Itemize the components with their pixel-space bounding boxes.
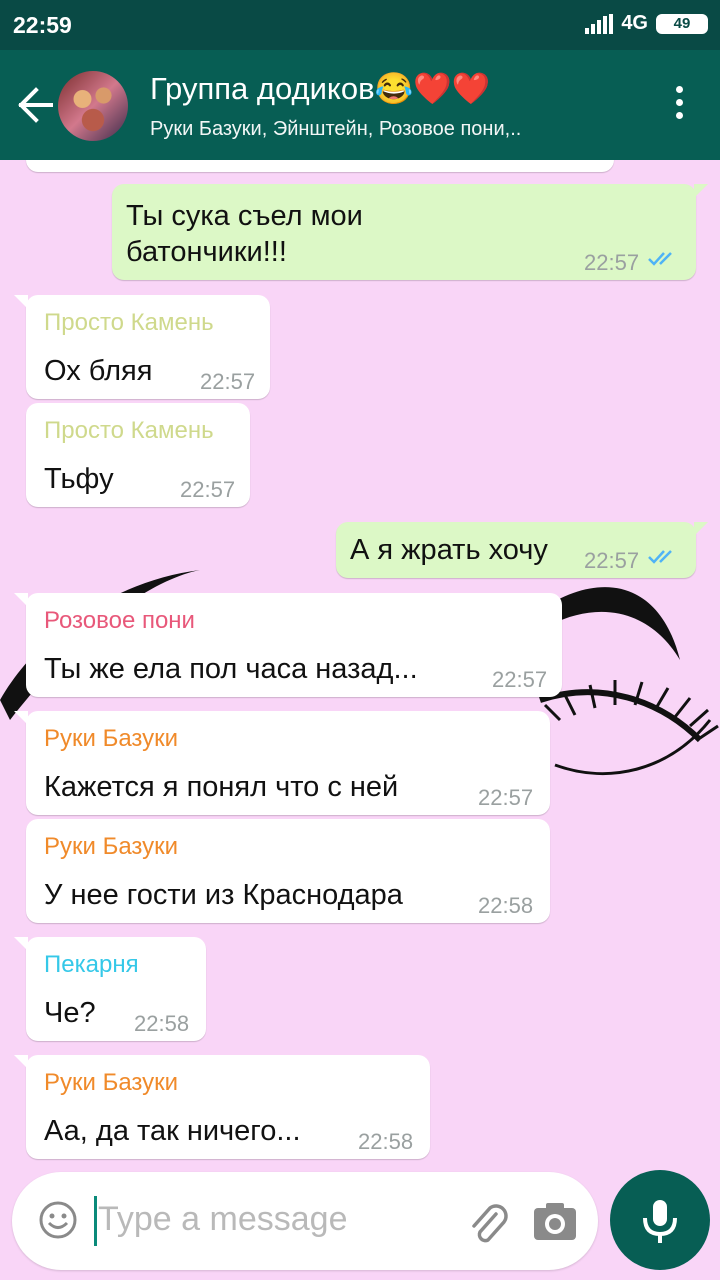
message-bubble-outgoing[interactable]: Ты сука съел мои батончики!!! 22:57 (112, 184, 708, 280)
message-sender: Руки Базуки (44, 833, 179, 860)
read-ticks-icon (648, 550, 672, 564)
group-members[interactable]: Руки Базуки, Эйнштейн, Розовое пони,.. (150, 118, 521, 141)
group-avatar[interactable] (58, 71, 128, 141)
message-text: У нее гости из Краснодара (44, 879, 403, 911)
network-label: 4G (621, 12, 648, 34)
message-input[interactable]: Type a message (98, 1200, 347, 1239)
message-bubble-incoming[interactable]: Руки Базуки Кажется я понял что с ней 22… (14, 711, 550, 815)
battery-icon: 49 (656, 13, 708, 34)
read-ticks-icon (648, 252, 672, 266)
message-time: 22:57 (180, 477, 236, 502)
chat-header: Группа додиков😂❤️❤️ Руки Базуки, Эйнштей… (0, 50, 720, 160)
back-arrow-icon[interactable] (16, 86, 54, 124)
message-time: 22:57 (200, 369, 256, 394)
message-text: Ты сука съел мои (126, 200, 363, 232)
message-bubble-incoming[interactable]: Просто Камень Тьфу 22:57 (26, 403, 250, 507)
message-text: Ох бляя (44, 355, 153, 387)
status-time: 22:59 (13, 12, 72, 38)
message-time: 22:58 (478, 893, 534, 918)
message-bubble-incoming[interactable]: Пекарня Че? 22:58 (14, 937, 206, 1041)
message-bubble-outgoing[interactable]: А я жрать хочу 22:57 (336, 522, 708, 578)
battery-level: 49 (669, 15, 695, 32)
message-bubble-incoming[interactable]: Руки Базуки У нее гости из Краснодара 22… (26, 819, 550, 923)
message-bubble-incoming[interactable]: Розовое пони Ты же ела пол часа назад...… (14, 593, 562, 697)
message-time: 22:57 (492, 667, 548, 692)
message-bubble-incoming[interactable]: Просто Камень Ох бляя 22:57 (14, 295, 270, 399)
mic-icon (643, 1200, 677, 1243)
message-time: 22:58 (358, 1129, 414, 1154)
message-text: Кажется я понял что с ней (44, 771, 399, 803)
message-bubble-incoming[interactable]: Руки Базуки Аа, да так ничего... 22:58 (14, 1055, 430, 1159)
camera-icon[interactable] (532, 1200, 578, 1242)
more-vert-icon[interactable] (674, 86, 684, 124)
message-text: Ты же ела пол часа назад... (44, 653, 418, 685)
message-sender: Просто Камень (44, 309, 214, 336)
status-indicators: 4G 49 (585, 12, 708, 35)
message-sender: Просто Камень (44, 417, 214, 444)
message-text: Тьфу (44, 463, 114, 495)
message-time: 22:57 (478, 785, 534, 810)
attach-icon[interactable] (464, 1198, 512, 1246)
message-text: Че? (44, 997, 96, 1029)
signal-icon (585, 13, 614, 34)
message-bubble-partial[interactable] (26, 160, 614, 172)
message-sender: Пекарня (44, 951, 139, 978)
message-time: 22:58 (134, 1011, 190, 1036)
message-time: 22:57 (584, 548, 640, 573)
text-cursor (94, 1196, 97, 1246)
message-sender: Розовое пони (44, 607, 195, 634)
group-title[interactable]: Группа додиков😂❤️❤️ (150, 70, 490, 107)
message-sender: Руки Базуки (44, 1069, 179, 1096)
mic-button[interactable] (610, 1170, 710, 1270)
message-time: 22:57 (584, 250, 640, 275)
message-text: батончики!!! (126, 236, 287, 268)
message-input-bar: Type a message (12, 1172, 598, 1270)
emoji-icon[interactable] (38, 1200, 78, 1240)
message-text: Аа, да так ничего... (44, 1115, 301, 1147)
message-text: А я жрать хочу (350, 534, 548, 566)
message-sender: Руки Базуки (44, 725, 179, 752)
status-bar: 22:59 4G 49 (0, 0, 720, 50)
chat-area[interactable]: Ты сука съел мои батончики!!! 22:57 Прос… (0, 160, 720, 1170)
